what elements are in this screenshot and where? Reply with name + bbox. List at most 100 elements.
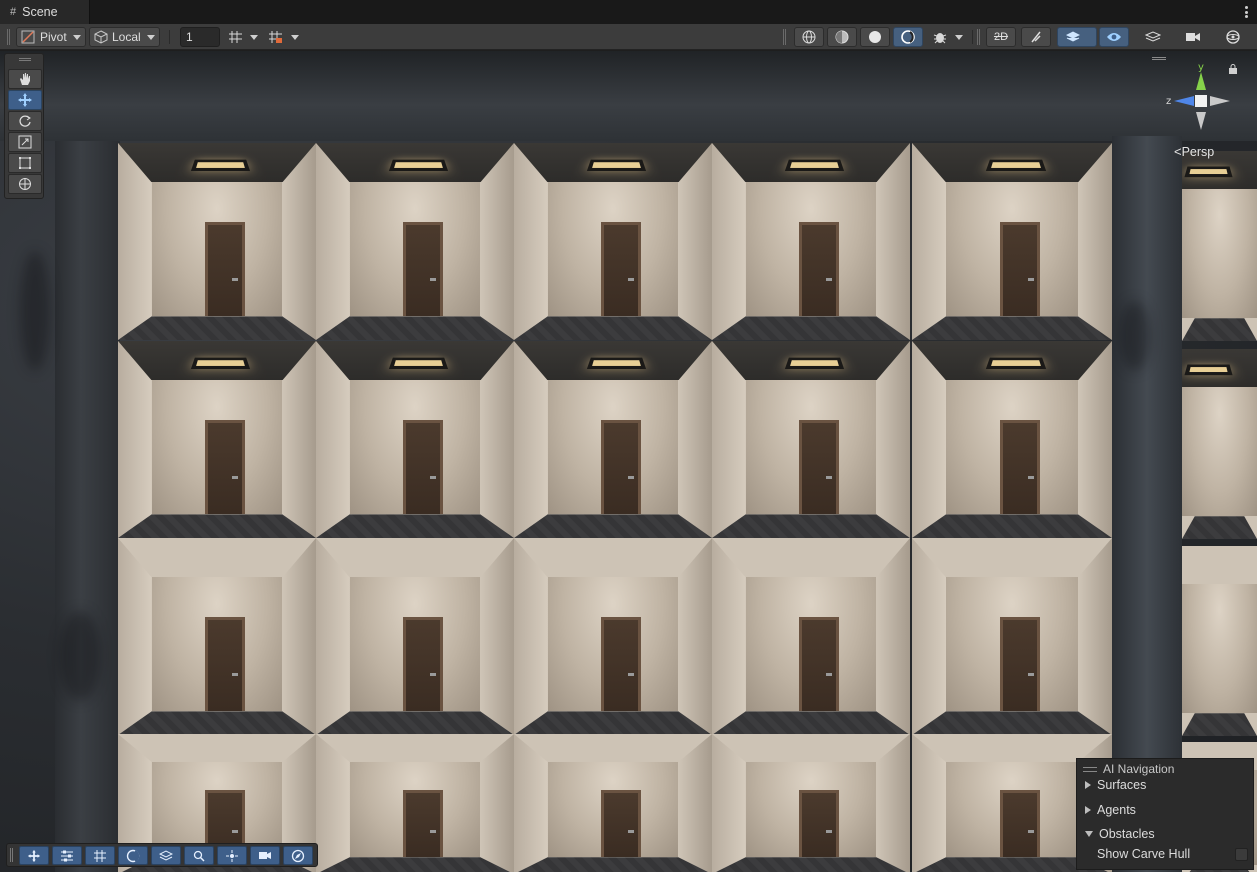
scene-room-cell[interactable]	[912, 341, 1112, 538]
scene-room-cell[interactable]	[514, 143, 712, 340]
kebab-menu-icon[interactable]	[1243, 4, 1249, 20]
grid-snap-caret[interactable]	[247, 27, 261, 47]
drag-handle-icon	[1083, 766, 1097, 772]
scene-room-cell[interactable]	[118, 538, 316, 735]
overlay-move-button[interactable]	[19, 846, 49, 865]
overlay-sliders-button[interactable]	[52, 846, 82, 865]
scene-room-cell[interactable]	[316, 734, 514, 872]
scene-room-cell[interactable]	[514, 341, 712, 538]
door	[205, 419, 245, 515]
scene-room-cell[interactable]	[118, 341, 316, 538]
scene-room-cell[interactable]	[712, 734, 910, 872]
scene-room-cell[interactable]	[712, 143, 910, 340]
toolbar-grip[interactable]	[7, 29, 10, 45]
overlay-camera-button[interactable]	[250, 846, 280, 865]
grid-snap-button[interactable]	[225, 27, 247, 47]
pivot-dropdown[interactable]: Pivot	[16, 27, 86, 47]
increment-snap-button[interactable]	[264, 27, 288, 47]
scene-room-cell-partial[interactable]	[1182, 151, 1257, 341]
scene-visibility-toggle[interactable]	[1099, 27, 1129, 47]
toggle-lighting-button[interactable]	[1021, 27, 1051, 47]
scene-room-cell-partial[interactable]	[1182, 546, 1257, 736]
rect-tool-button[interactable]	[8, 153, 42, 173]
tab-scene[interactable]: # Scene	[0, 0, 90, 24]
projection-label: Persp	[1181, 145, 1215, 159]
scene-room-cell[interactable]	[712, 341, 910, 538]
palette-drag-handle[interactable]	[19, 58, 31, 61]
door	[1000, 790, 1040, 858]
gizmo-y-neg-axis[interactable]	[1196, 112, 1206, 130]
eye-icon	[1107, 33, 1121, 41]
ai-navigation-header[interactable]: AI Navigation	[1083, 761, 1174, 777]
gizmo-center-cube[interactable]	[1195, 95, 1207, 107]
overlay-lighting-button[interactable]	[118, 846, 148, 865]
gizmo-x-neg-axis[interactable]	[1210, 96, 1230, 106]
search-icon	[193, 850, 205, 862]
transform-tool-button[interactable]	[8, 174, 42, 194]
gizmo-z-label: z	[1166, 96, 1171, 107]
gizmo-y-axis[interactable]	[1196, 72, 1206, 90]
door	[601, 221, 641, 317]
toolbar-grip-right2[interactable]	[977, 29, 980, 45]
cube-icon	[94, 30, 108, 44]
door	[403, 221, 443, 317]
overlay-pivot-button[interactable]	[217, 846, 247, 865]
gizmo-z-axis[interactable]	[1174, 96, 1194, 106]
rotate-icon	[19, 115, 31, 127]
scale-tool-button[interactable]	[8, 132, 42, 152]
foldout-label: Agents	[1097, 803, 1136, 817]
overlay-compass-button[interactable]	[283, 846, 313, 865]
hand-tool-button[interactable]	[8, 69, 42, 89]
scene-room-cell[interactable]	[118, 143, 316, 340]
door	[1000, 419, 1040, 515]
scene-room-cell[interactable]	[912, 143, 1112, 340]
scene-room-cell[interactable]	[316, 341, 514, 538]
scene-room-cell[interactable]	[316, 143, 514, 340]
debug-draw-mode-button[interactable]	[926, 27, 954, 47]
door	[799, 616, 839, 712]
scene-visibility-layers-button[interactable]	[1057, 27, 1097, 47]
shaded-button[interactable]	[860, 27, 890, 47]
gizmos-dropdown[interactable]	[1213, 27, 1253, 47]
scene-room-cell[interactable]	[912, 538, 1112, 735]
overlay-grid-button[interactable]	[85, 846, 115, 865]
layers-dropdown[interactable]	[1134, 27, 1172, 47]
toggle-2d-button[interactable]: 2D	[986, 27, 1016, 47]
scene-viewport[interactable]	[0, 51, 1257, 872]
unlit-button[interactable]	[893, 27, 923, 47]
increment-snap-caret[interactable]	[288, 27, 302, 47]
scene-room-cell[interactable]	[514, 734, 712, 872]
show-carve-hull-checkbox[interactable]	[1235, 848, 1248, 861]
rotate-tool-button[interactable]	[8, 111, 42, 131]
space-dropdown[interactable]: Local	[89, 27, 160, 47]
scene-room-cell[interactable]	[712, 538, 910, 735]
scene-room-cell-partial[interactable]	[1182, 349, 1257, 539]
shaded-wireframe-button[interactable]	[827, 27, 857, 47]
foldout-agents[interactable]: Agents	[1085, 801, 1136, 819]
foldout-obstacles[interactable]: Obstacles	[1085, 825, 1155, 843]
scene-room-cell[interactable]	[316, 538, 514, 735]
door	[1000, 616, 1040, 712]
wireframe-shading-button[interactable]	[794, 27, 824, 47]
move-tool-button[interactable]	[8, 90, 42, 110]
door	[403, 790, 443, 858]
lighting-off-icon	[1031, 31, 1041, 43]
scene-room-cell[interactable]	[514, 538, 712, 735]
camera-settings-dropdown[interactable]	[1174, 27, 1212, 47]
show-carve-hull-label: Show Carve Hull	[1097, 847, 1191, 861]
overlay-layers-button[interactable]	[151, 846, 181, 865]
chevron-right-icon	[1085, 806, 1091, 814]
orientation-gizmo[interactable]: y z	[1160, 60, 1240, 140]
show-carve-hull-row: Show Carve Hull	[1097, 845, 1190, 863]
bottom-toolbar-grip[interactable]	[10, 848, 13, 862]
toolbar-grip-right[interactable]	[783, 29, 786, 45]
foldout-surfaces[interactable]: Surfaces	[1085, 776, 1146, 794]
snap-increment-field[interactable]: 1	[180, 27, 220, 47]
overlay-search-button[interactable]	[184, 846, 214, 865]
projection-toggle[interactable]: <Persp	[1174, 144, 1214, 159]
door	[205, 616, 245, 712]
foldout-label: Surfaces	[1097, 778, 1147, 792]
compass-icon	[291, 849, 305, 862]
bug-icon	[933, 33, 947, 44]
debug-draw-caret[interactable]	[952, 27, 966, 47]
